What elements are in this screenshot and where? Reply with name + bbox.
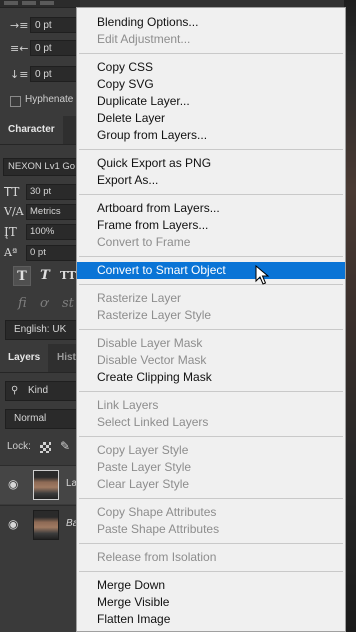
menu-item-flatten-image[interactable]: Flatten Image <box>77 611 345 628</box>
kerning-icon: V/A <box>4 205 24 218</box>
layers-panel-header: Layers Hist <box>0 344 80 373</box>
lock-row: Lock: ✎ <box>0 438 80 458</box>
kerning-field[interactable]: Metrics <box>26 204 78 220</box>
hyphenate-checkbox[interactable] <box>10 96 21 107</box>
menu-separator <box>79 543 343 544</box>
menu-item-merge-visible[interactable]: Merge Visible <box>77 594 345 611</box>
align-right-button[interactable] <box>40 1 54 5</box>
character-panel-header: Character <box>0 116 80 145</box>
lock-label: Lock: <box>7 441 31 452</box>
menu-item-release-from-isolation: Release from Isolation <box>97 550 217 564</box>
menu-separator <box>79 194 343 195</box>
baseline-shift-icon: Aª <box>4 246 18 259</box>
align-center-button[interactable] <box>22 1 36 5</box>
layer-thumbnail <box>33 510 59 540</box>
menu-item-edit-adjustment: Edit Adjustment... <box>97 32 191 46</box>
menu-item-copy-svg[interactable]: Copy SVG <box>77 76 345 93</box>
menu-item-copy-layer-style: Copy Layer Style <box>97 443 189 457</box>
faux-italic-button[interactable]: T <box>36 266 54 286</box>
menu-item-export-as[interactable]: Export As... <box>77 172 345 189</box>
menu-item-copy-css[interactable]: Copy CSS <box>77 59 345 76</box>
menu-separator <box>79 149 343 150</box>
menu-separator <box>79 284 343 285</box>
hyphenate-label: Hyphenate <box>25 94 74 105</box>
indent-left-row: →≡ 0 pt <box>0 15 80 37</box>
menu-item-rasterize-layer: Rasterize Layer <box>97 291 182 305</box>
menu-item-create-clipping-mask[interactable]: Create Clipping Mask <box>77 369 345 386</box>
layer-row[interactable]: ◉ Ba <box>0 505 80 544</box>
tab-history[interactable]: Hist <box>57 344 76 372</box>
menu-item-select-linked-layers: Select Linked Layers <box>97 415 209 429</box>
layer-row[interactable]: ◉ La <box>0 465 80 504</box>
ligature-icon[interactable]: fi <box>18 296 27 311</box>
font-family-select[interactable]: NEXON Lv1 Go <box>3 158 79 176</box>
search-icon: ⚲ <box>11 385 19 396</box>
vertical-scale-field[interactable]: 100% <box>26 224 78 240</box>
all-caps-button[interactable]: TT <box>59 266 77 286</box>
type-style-buttons: T T TT <box>0 266 80 288</box>
menu-separator <box>79 498 343 499</box>
layer-filter-label: Kind <box>28 385 49 396</box>
baseline-shift-field[interactable]: 0 pt <box>26 245 78 261</box>
menu-item-merge-down[interactable]: Merge Down <box>77 577 345 594</box>
baseline-shift-row: Aª 0 pt <box>0 243 80 263</box>
menu-separator <box>79 256 343 257</box>
paragraph-align-toolbar <box>0 0 80 8</box>
indent-right-row: ≡← 0 pt <box>0 38 80 60</box>
hyphenate-row[interactable]: Hyphenate <box>0 92 80 110</box>
menu-item-frame-from-layers[interactable]: Frame from Layers... <box>77 217 345 234</box>
font-size-row: ꓔT 30 pt <box>0 182 80 202</box>
space-after-icon: ↓≡ <box>10 68 29 81</box>
language-select[interactable]: English: UK <box>5 320 79 340</box>
ornament-icon[interactable]: ơ <box>40 296 48 311</box>
vertical-scale-row: ĮT 100% <box>0 222 80 242</box>
menu-item-paste-shape-attributes: Paste Shape Attributes <box>97 522 220 536</box>
layer-context-menu: Blending Options... Edit Adjustment... C… <box>76 7 346 632</box>
menu-item-duplicate-layer[interactable]: Duplicate Layer... <box>77 93 345 110</box>
vertical-scale-icon: ĮT <box>4 225 17 239</box>
faux-bold-button[interactable]: T <box>13 266 31 286</box>
menu-separator <box>79 329 343 330</box>
blend-mode-select[interactable]: Normal <box>5 409 79 429</box>
menu-separator <box>79 436 343 437</box>
lock-transparent-pixels-icon[interactable] <box>40 442 51 453</box>
menu-item-artboard-from-layers[interactable]: Artboard from Layers... <box>77 200 345 217</box>
menu-item-blending-options[interactable]: Blending Options... <box>77 14 345 31</box>
menu-item-clear-layer-style: Clear Layer Style <box>97 477 190 491</box>
menu-item-paste-layer-style: Paste Layer Style <box>97 460 192 474</box>
mouse-pointer-icon <box>255 265 270 285</box>
menu-item-disable-vector-mask: Disable Vector Mask <box>97 353 207 367</box>
menu-separator <box>79 571 343 572</box>
menu-item-rasterize-layer-style: Rasterize Layer Style <box>97 308 212 322</box>
visibility-eye-icon[interactable]: ◉ <box>8 478 24 490</box>
menu-item-quick-export-png[interactable]: Quick Export as PNG <box>77 155 345 172</box>
space-after-row: ↓≡ 0 pt <box>0 64 80 86</box>
font-size-field[interactable]: 30 pt <box>26 184 78 200</box>
menu-separator <box>79 391 343 392</box>
menu-item-convert-to-frame: Convert to Frame <box>97 235 191 249</box>
font-size-icon: ꓔT <box>4 185 20 199</box>
stylistic-icon[interactable]: st <box>62 296 74 311</box>
visibility-eye-icon[interactable]: ◉ <box>8 518 24 530</box>
align-left-button[interactable] <box>4 1 18 5</box>
menu-item-group-from-layers[interactable]: Group from Layers... <box>77 127 345 144</box>
indent-left-field[interactable]: 0 pt <box>30 17 78 33</box>
lock-image-pixels-icon[interactable]: ✎ <box>60 439 70 453</box>
space-after-field[interactable]: 0 pt <box>30 66 78 82</box>
tab-layers[interactable]: Layers <box>0 344 49 372</box>
tab-character[interactable]: Character <box>0 116 63 144</box>
layer-thumbnail <box>33 470 59 500</box>
menu-item-copy-shape-attributes: Copy Shape Attributes <box>97 505 217 519</box>
kerning-row: V/A Metrics <box>0 202 80 222</box>
opentype-buttons: fi ơ st <box>0 294 80 314</box>
menu-separator <box>79 53 343 54</box>
indent-right-icon: ≡← <box>10 42 29 55</box>
menu-item-convert-to-smart-object[interactable]: Convert to Smart Object <box>77 262 345 279</box>
menu-item-delete-layer[interactable]: Delete Layer <box>77 110 345 127</box>
menu-item-disable-layer-mask: Disable Layer Mask <box>97 336 203 350</box>
indent-left-icon: →≡ <box>10 19 29 32</box>
menu-item-link-layers: Link Layers <box>97 398 159 412</box>
layer-filter-select[interactable]: ⚲ Kind <box>5 381 79 401</box>
indent-right-field[interactable]: 0 pt <box>30 40 78 56</box>
